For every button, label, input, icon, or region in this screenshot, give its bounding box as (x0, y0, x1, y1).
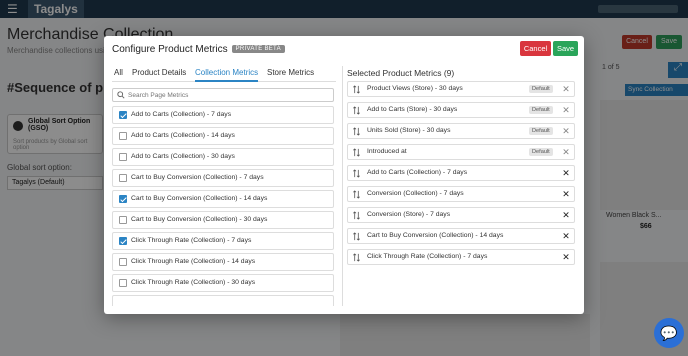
metric-label: Click Through Rate (Collection) - 30 day… (131, 279, 256, 286)
selected-metric-label: Add to Carts (Store) - 30 days (367, 106, 458, 113)
selected-metric-label: Product Views (Store) - 30 days (367, 85, 463, 92)
metric-label: Add to Carts (Collection) - 14 days (131, 132, 235, 139)
drag-handle-icon[interactable] (352, 127, 361, 136)
metric-label: Cart to Buy Conversion (Collection) - 7 … (131, 174, 264, 181)
drag-handle-icon[interactable] (352, 190, 361, 199)
close-icon[interactable]: ✕ (561, 189, 571, 199)
metric-row[interactable]: Cart to Buy Conversion (Collection) - 30… (112, 211, 334, 229)
metric-row[interactable]: Add to Carts (Collection) - 30 days (112, 148, 334, 166)
search-icon (117, 91, 125, 99)
modal-title: Configure Product Metrics PRIVATE BETA (112, 44, 285, 55)
metric-label: Add to Carts (Collection) - 30 days (131, 153, 235, 160)
selected-metric-row[interactable]: Cart to Buy Conversion (Collection) - 14… (347, 228, 575, 244)
metric-search[interactable] (112, 88, 334, 102)
tab-all[interactable]: All (114, 68, 123, 80)
metric-label: Click Through Rate (Collection) - 14 day… (131, 258, 256, 265)
metric-list: Add to Carts (Collection) - 7 days Add t… (112, 106, 334, 306)
metric-row[interactable]: Cart to Buy Conversion (Collection) - 7 … (112, 169, 334, 187)
tab-collection-metrics[interactable]: Collection Metrics (195, 68, 259, 82)
selected-metric-label: Add to Carts (Collection) - 7 days (367, 169, 468, 176)
cancel-button[interactable]: Cancel (520, 41, 551, 56)
close-icon[interactable]: ✕ (561, 231, 571, 241)
metric-label: Click Through Rate (Collection) - 7 days (131, 237, 252, 244)
default-badge: Default (529, 127, 553, 135)
save-button[interactable]: Save (553, 41, 578, 56)
chat-icon[interactable]: 💬 (654, 318, 684, 348)
selected-metric-row[interactable]: Add to Carts (Store) - 30 days Default ✕ (347, 102, 575, 118)
metric-checkbox[interactable] (119, 111, 127, 119)
selected-metric-label: Units Sold (Store) - 30 days (367, 127, 451, 134)
close-icon[interactable]: ✕ (561, 252, 571, 262)
metric-row-partial[interactable] (112, 295, 334, 306)
metric-row[interactable]: Click Through Rate (Collection) - 30 day… (112, 274, 334, 292)
column-divider (342, 66, 343, 306)
selected-metric-row[interactable]: Conversion (Collection) - 7 days ✕ (347, 186, 575, 202)
metric-checkbox[interactable] (119, 216, 127, 224)
close-icon[interactable]: ✕ (561, 168, 571, 178)
selected-metric-label: Introduced at (367, 148, 407, 155)
close-icon[interactable]: ✕ (561, 210, 571, 220)
selected-metrics-title: Selected Product Metrics (9) (347, 68, 455, 78)
selected-metric-row[interactable]: Add to Carts (Collection) - 7 days ✕ (347, 165, 575, 181)
close-icon[interactable]: ✕ (561, 147, 571, 157)
metric-checkbox[interactable] (119, 132, 127, 140)
drag-handle-icon[interactable] (352, 106, 361, 115)
metric-row[interactable]: Cart to Buy Conversion (Collection) - 14… (112, 190, 334, 208)
search-input[interactable] (128, 90, 328, 101)
close-icon[interactable]: ✕ (561, 84, 571, 94)
drag-handle-icon[interactable] (352, 148, 361, 157)
modal-title-text: Configure Product Metrics (112, 44, 228, 55)
metric-checkbox[interactable] (119, 237, 127, 245)
selected-metric-row[interactable]: Conversion (Store) - 7 days ✕ (347, 207, 575, 223)
metric-label: Add to Carts (Collection) - 7 days (131, 111, 232, 118)
close-icon[interactable]: ✕ (561, 126, 571, 136)
drag-handle-icon[interactable] (352, 211, 361, 220)
drag-handle-icon[interactable] (352, 85, 361, 94)
selected-metric-row[interactable]: Units Sold (Store) - 30 days Default ✕ (347, 123, 575, 139)
tab-product-details[interactable]: Product Details (132, 68, 186, 80)
metric-checkbox[interactable] (119, 195, 127, 203)
private-beta-badge: PRIVATE BETA (231, 45, 285, 54)
selected-metric-label: Conversion (Collection) - 7 days (367, 190, 464, 197)
selected-metric-row[interactable]: Product Views (Store) - 30 days Default … (347, 81, 575, 97)
metric-row[interactable]: Add to Carts (Collection) - 14 days (112, 127, 334, 145)
metric-checkbox[interactable] (119, 279, 127, 287)
selected-metrics-list: Product Views (Store) - 30 days Default … (347, 81, 575, 309)
selected-metric-row[interactable]: Introduced at Default ✕ (347, 144, 575, 160)
selected-metric-label: Conversion (Store) - 7 days (367, 211, 451, 218)
close-icon[interactable]: ✕ (561, 105, 571, 115)
metric-checkbox[interactable] (119, 174, 127, 182)
metric-tabs: All Product Details Collection Metrics S… (112, 66, 336, 82)
drag-handle-icon[interactable] (352, 169, 361, 178)
drag-handle-icon[interactable] (352, 253, 361, 262)
metric-label: Cart to Buy Conversion (Collection) - 30… (131, 216, 268, 223)
selected-metric-label: Click Through Rate (Collection) - 7 days (367, 253, 488, 260)
metric-row[interactable]: Click Through Rate (Collection) - 7 days (112, 232, 334, 250)
configure-metrics-modal: Configure Product Metrics PRIVATE BETA Ca… (104, 36, 584, 314)
metric-checkbox[interactable] (119, 153, 127, 161)
default-badge: Default (529, 106, 553, 114)
selected-metric-row[interactable]: Click Through Rate (Collection) - 7 days… (347, 249, 575, 265)
metric-row[interactable]: Click Through Rate (Collection) - 14 day… (112, 253, 334, 271)
drag-handle-icon[interactable] (352, 232, 361, 241)
metric-row[interactable]: Add to Carts (Collection) - 7 days (112, 106, 334, 124)
metric-label: Cart to Buy Conversion (Collection) - 14… (131, 195, 268, 202)
selected-metric-label: Cart to Buy Conversion (Collection) - 14… (367, 232, 504, 239)
metric-checkbox[interactable] (119, 258, 127, 266)
default-badge: Default (529, 85, 553, 93)
tab-store-metrics[interactable]: Store Metrics (267, 68, 314, 80)
default-badge: Default (529, 148, 553, 156)
